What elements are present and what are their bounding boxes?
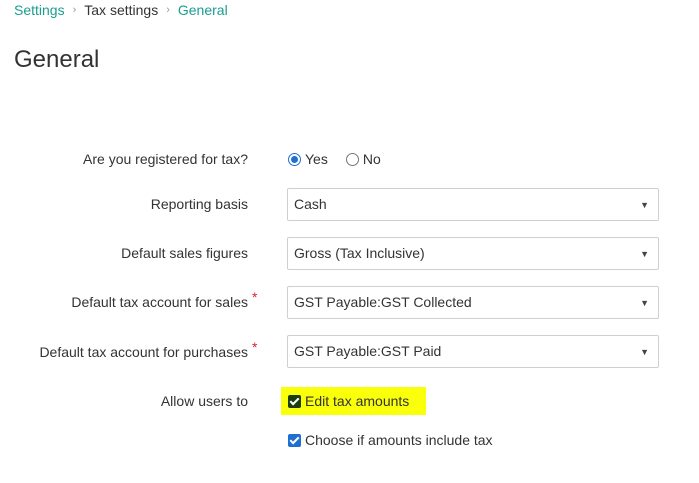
tax-account-purchases-value: GST Payable:GST Paid	[294, 343, 442, 359]
tax-account-sales-value: GST Payable:GST Collected	[294, 294, 472, 310]
registered-radio-group: Yes No	[288, 150, 399, 168]
breadcrumb-general-link[interactable]: General	[178, 1, 228, 19]
triangle-down-icon: ▼	[640, 347, 649, 357]
reporting-basis-select[interactable]: Cash ▼	[287, 188, 659, 221]
breadcrumb-tax-settings: Tax settings	[84, 2, 159, 18]
edit-tax-amounts-label[interactable]: Edit tax amounts	[305, 392, 409, 410]
checkbox-checked-icon[interactable]	[288, 394, 301, 408]
checkbox-checked-icon[interactable]	[288, 433, 301, 447]
default-sales-figures-label: Default sales figures	[121, 245, 248, 261]
radio-no-label[interactable]: No	[363, 150, 381, 168]
triangle-down-icon: ▼	[640, 298, 649, 308]
chevron-right-icon: ›	[72, 4, 77, 16]
page-title: General	[14, 46, 100, 73]
required-asterisk: *	[252, 289, 258, 305]
default-sales-figures-select[interactable]: Gross (Tax Inclusive) ▼	[287, 237, 659, 270]
tax-settings-page: Settings › Tax settings › General Genera…	[0, 0, 699, 483]
choose-include-tax-checkbox[interactable]: Choose if amounts include tax	[288, 431, 493, 449]
tax-account-sales-select[interactable]: GST Payable:GST Collected ▼	[287, 286, 659, 319]
triangle-down-icon: ▼	[640, 200, 649, 210]
reporting-basis-label: Reporting basis	[150, 196, 248, 212]
tax-account-purchases-select[interactable]: GST Payable:GST Paid ▼	[287, 335, 659, 368]
tax-account-sales-label: Default tax account for sales	[71, 294, 248, 310]
radio-yes[interactable]: Yes	[288, 150, 328, 168]
edit-tax-amounts-checkbox[interactable]: Edit tax amounts	[288, 392, 409, 410]
breadcrumb-settings-link[interactable]: Settings	[14, 1, 65, 19]
radio-yes-control[interactable]	[288, 152, 301, 166]
allow-users-label: Allow users to	[160, 393, 248, 409]
radio-no-control[interactable]	[345, 152, 359, 166]
breadcrumb: Settings › Tax settings › General	[14, 1, 228, 19]
radio-yes-label[interactable]: Yes	[305, 150, 328, 168]
choose-include-tax-label[interactable]: Choose if amounts include tax	[305, 431, 493, 449]
chevron-right-icon: ›	[166, 4, 170, 16]
required-asterisk: *	[252, 339, 258, 355]
default-sales-figures-value: Gross (Tax Inclusive)	[294, 245, 425, 261]
tax-account-purchases-label: Default tax account for purchases	[39, 344, 248, 360]
registered-for-tax-label: Are you registered for tax?	[83, 151, 248, 167]
reporting-basis-value: Cash	[294, 196, 327, 212]
radio-no[interactable]: No	[345, 150, 381, 168]
triangle-down-icon: ▼	[640, 249, 649, 259]
